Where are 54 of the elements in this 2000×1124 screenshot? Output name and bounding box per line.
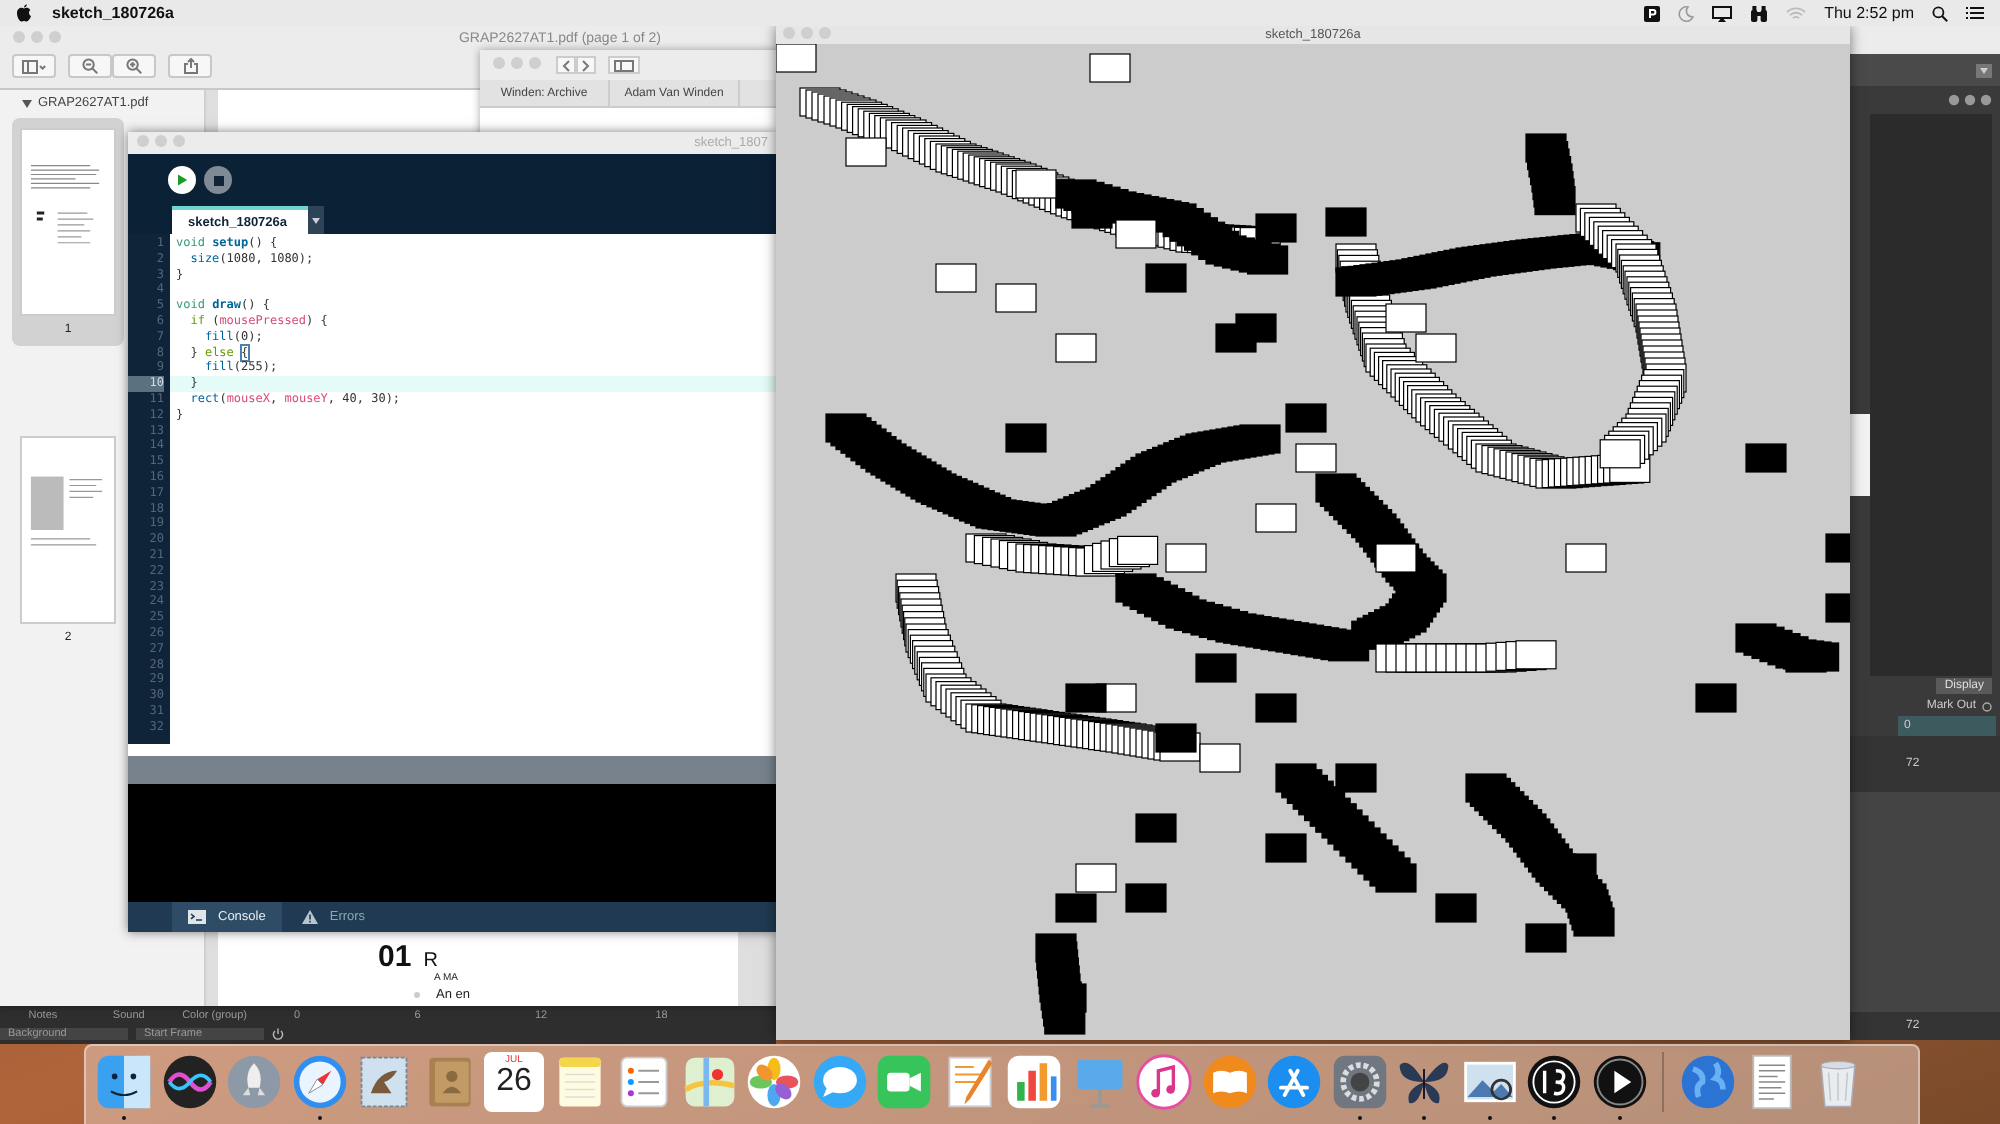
zoom-in-button[interactable] <box>112 54 156 78</box>
sidebar-toggle-button[interactable] <box>12 54 56 78</box>
apple-icon[interactable] <box>16 4 32 22</box>
airplay-icon[interactable] <box>1712 5 1733 21</box>
map-icon[interactable] <box>679 1052 739 1112</box>
caret-icon <box>311 217 320 223</box>
zoom-out-icon <box>82 58 98 74</box>
crescent-icon[interactable] <box>1678 5 1695 21</box>
clock[interactable]: Thu 2:52 pm <box>1824 4 1914 22</box>
terminal-icon <box>188 910 206 924</box>
gear-icon[interactable] <box>1329 1052 1389 1112</box>
chevron-right-icon <box>582 59 590 71</box>
video-camera-icon[interactable] <box>874 1052 934 1112</box>
open-book-icon[interactable] <box>1199 1052 1259 1112</box>
bar-chart-icon[interactable] <box>1004 1052 1064 1112</box>
clock-icon <box>1982 701 1992 711</box>
page-heading: 01 <box>378 941 412 971</box>
sidebar-toggle-button[interactable] <box>608 56 640 74</box>
orb-icon[interactable] <box>159 1052 219 1112</box>
play-icon <box>176 174 188 186</box>
share-button[interactable] <box>168 54 212 78</box>
chevron-left-icon <box>562 59 570 71</box>
warning-icon <box>301 910 318 924</box>
speech-bubble-icon[interactable] <box>809 1052 869 1112</box>
calendar-day: 26 <box>496 1066 532 1098</box>
binoculars-icon[interactable] <box>1750 5 1769 21</box>
menu-icon[interactable] <box>1966 6 1984 20</box>
app-store-icon[interactable] <box>1264 1052 1324 1112</box>
music-note-icon[interactable] <box>1134 1052 1194 1112</box>
run-button[interactable] <box>168 166 196 194</box>
compass-icon[interactable] <box>289 1052 349 1112</box>
disclosure-triangle-icon[interactable] <box>22 99 32 107</box>
app-name[interactable]: sketch_180726a <box>52 4 174 22</box>
page-heading: R <box>423 951 438 971</box>
zoom-in-icon <box>126 58 142 74</box>
window-edge <box>1850 414 1870 496</box>
sidebar-icon <box>22 59 46 73</box>
back-button[interactable] <box>556 56 576 74</box>
stop-icon <box>213 175 223 185</box>
share-icon <box>183 58 197 74</box>
bullet-icon <box>414 992 420 999</box>
panel-buttons-icon[interactable] <box>1948 94 1992 106</box>
sidebar-icon <box>614 59 634 71</box>
face-icon[interactable] <box>94 1052 154 1112</box>
flower-icon[interactable] <box>744 1052 804 1112</box>
play-icon[interactable] <box>1589 1052 1649 1112</box>
power-icon[interactable] <box>272 1028 284 1041</box>
ringed-circle-icon[interactable] <box>1524 1052 1584 1112</box>
zoom-out-button[interactable] <box>68 54 112 78</box>
forward-button[interactable] <box>576 56 596 74</box>
dropdown-icon[interactable] <box>1976 63 1992 77</box>
stop-button[interactable] <box>204 166 232 194</box>
square-p-icon[interactable] <box>1644 5 1661 21</box>
search-icon[interactable] <box>1932 5 1948 21</box>
